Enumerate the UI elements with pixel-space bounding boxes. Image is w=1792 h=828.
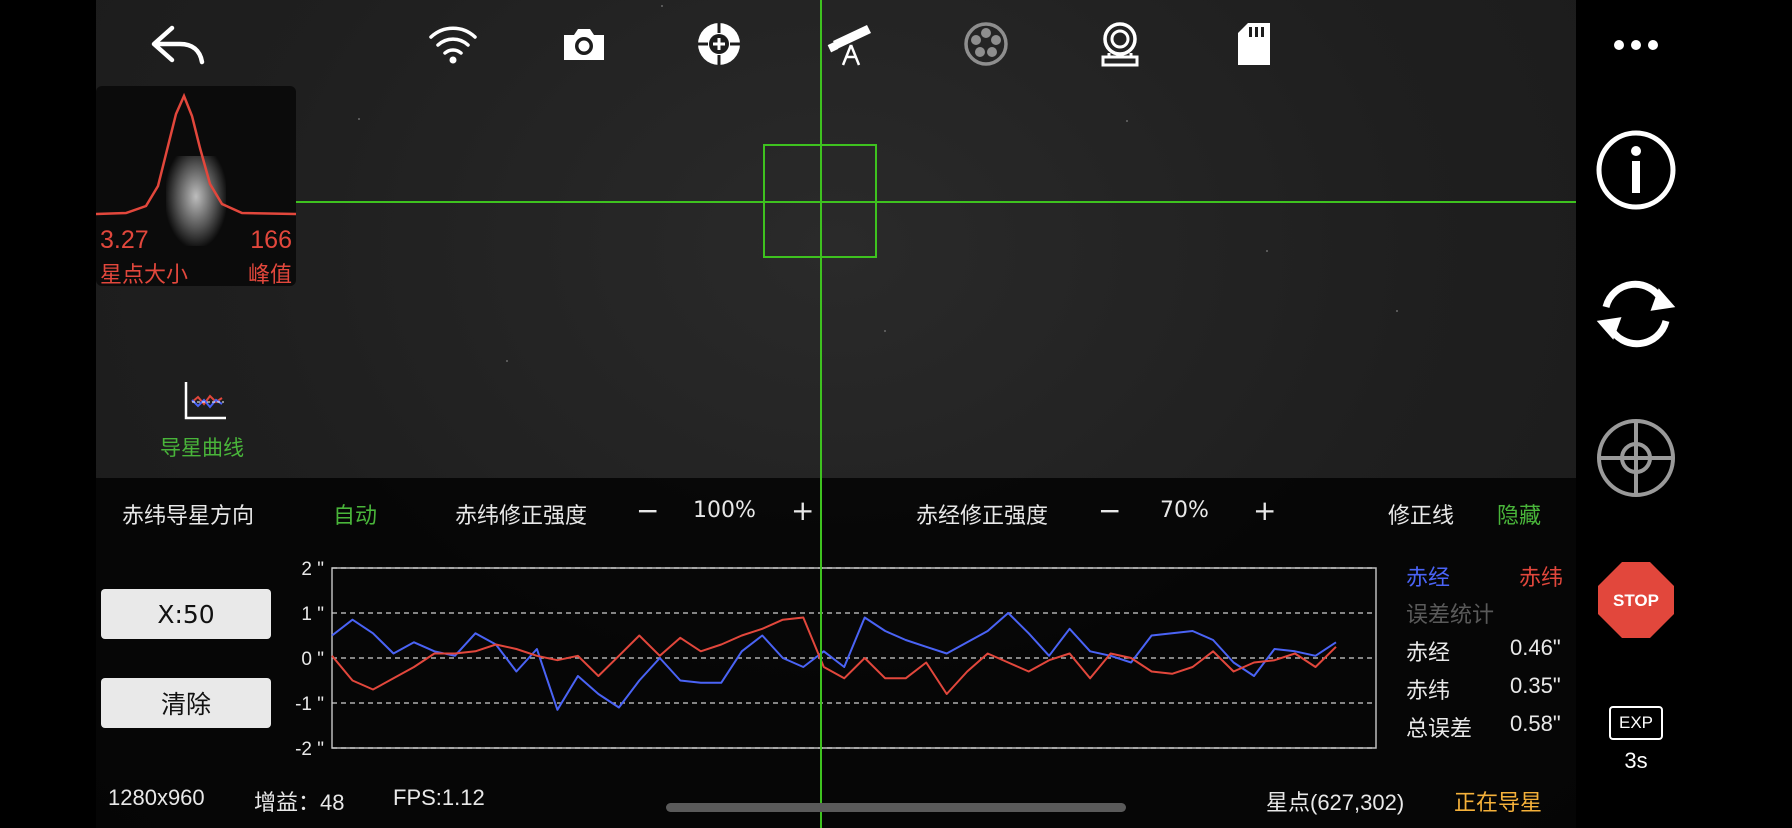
correction-line-value[interactable]: 隐藏 (1497, 498, 1541, 530)
crosshair-vertical (820, 0, 822, 828)
correction-line-label: 修正线 (1388, 504, 1455, 529)
error-stats-title: 误差统计 (1406, 603, 1495, 628)
exposure-value: 3s (1624, 748, 1648, 773)
dec-strength-label: 赤纬修正强度 (455, 504, 588, 529)
refresh-icon[interactable] (1590, 268, 1682, 360)
ra-strength-label: 赤经修正强度 (916, 504, 1049, 529)
legend-dec: 赤纬 (1519, 566, 1564, 591)
stop-label: STOP (1613, 591, 1659, 610)
peak-value: 166 (250, 226, 292, 254)
guide-curve-button[interactable]: 导星曲线 (156, 380, 286, 460)
ra-error-label: 赤经 (1406, 641, 1451, 666)
y-tick-label: 2 " (301, 559, 324, 580)
clear-button[interactable]: 清除 (101, 678, 271, 728)
sd-card-icon[interactable] (1226, 18, 1282, 70)
exposure-button[interactable]: EXP (1609, 706, 1663, 740)
crosshair-horizontal (296, 201, 1576, 203)
gain-text: 增益：48 (254, 790, 345, 815)
guider-icon[interactable] (1092, 18, 1148, 70)
target-icon[interactable] (1590, 412, 1682, 504)
filter-wheel-icon[interactable] (958, 18, 1014, 70)
legend-ra: 赤经 (1406, 566, 1451, 591)
star-profile-panel: 3.27 166 星点大小 峰值 (96, 86, 296, 286)
y-tick-label: 0 " (301, 649, 324, 670)
y-tick-label: -2 " (295, 739, 324, 758)
star-profile-curve (96, 92, 296, 216)
resolution-text: 1280x960 (108, 785, 205, 810)
dec-error-value: 0.35" (1510, 673, 1561, 698)
guide-curve-label: 导星曲线 (160, 436, 244, 460)
camera-icon[interactable] (556, 18, 612, 70)
fps-text: FPS:1.12 (393, 785, 485, 810)
home-indicator[interactable] (666, 803, 1126, 812)
star-position-text: 星点(627,302) (1266, 790, 1405, 815)
guiding-screen: 3.27 166 星点大小 峰值 导星曲线 赤纬导星方向 自动 赤纬修正强度 −… (0, 0, 1792, 828)
series-line-dec (331, 616, 1337, 695)
dec-guide-direction-label: 赤纬导星方向 (122, 504, 255, 529)
dec-strength-plus-button[interactable]: + (791, 494, 814, 527)
dec-error-label: 赤纬 (1406, 679, 1451, 704)
focus-icon[interactable] (691, 18, 747, 70)
total-error-value: 0.58" (1510, 711, 1561, 736)
ra-strength-plus-button[interactable]: + (1253, 494, 1276, 527)
x-scale-button[interactable]: X:50 (101, 589, 271, 639)
dec-strength-value: 100% (693, 498, 756, 523)
star-size-value: 3.27 (100, 226, 149, 254)
y-tick-label: 1 " (301, 604, 324, 625)
ra-strength-value: 70% (1160, 498, 1209, 523)
guide-error-chart: 2 " 1 " 0 " -1 " -2 " (295, 559, 1377, 758)
ra-strength-minus-button[interactable]: − (1098, 494, 1121, 527)
more-icon[interactable] (1590, 0, 1682, 90)
back-icon[interactable] (150, 18, 206, 70)
star-size-label: 星点大小 (100, 263, 189, 286)
telescope-icon[interactable] (823, 18, 879, 70)
info-icon[interactable] (1590, 124, 1682, 216)
dec-guide-direction-value[interactable]: 自动 (333, 498, 377, 530)
ra-error-value: 0.46" (1510, 635, 1561, 660)
series-line-ra (331, 612, 1337, 711)
guiding-status-text: 正在导星 (1454, 790, 1543, 815)
y-tick-label: -1 " (295, 694, 324, 715)
total-error-label: 总误差 (1406, 717, 1473, 742)
dec-strength-minus-button[interactable]: − (636, 494, 659, 527)
chart-icon (184, 382, 226, 420)
peak-label: 峰值 (247, 263, 292, 286)
wifi-icon[interactable] (425, 18, 481, 70)
stop-button[interactable]: STOP (1590, 554, 1682, 646)
